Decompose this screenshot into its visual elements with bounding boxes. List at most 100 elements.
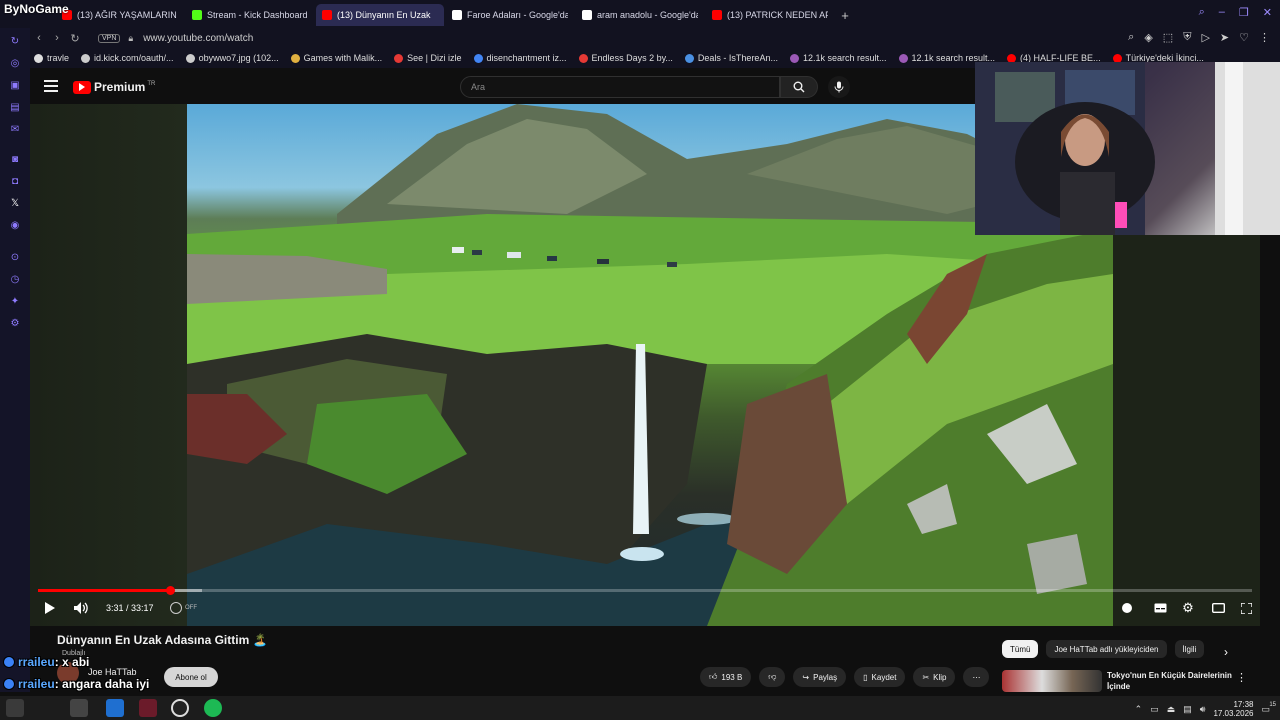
youtube-header: Premium TR Ara xyxy=(30,70,975,104)
settings-icon[interactable]: ⚙ xyxy=(8,316,22,330)
bookmark-favicon-icon xyxy=(473,53,483,63)
player-icon[interactable]: ⊙ xyxy=(8,250,22,264)
x-icon[interactable]: 𝕏 xyxy=(8,196,22,210)
network-icon[interactable]: ▤ xyxy=(1183,704,1192,715)
more-actions-button[interactable]: ⋯ xyxy=(963,667,990,687)
discord-icon[interactable]: ◉ xyxy=(8,218,22,232)
time-display: 3:31 / 33:17 xyxy=(106,603,154,613)
save-button[interactable]: ▯ Kaydet xyxy=(854,667,906,687)
voice-search-button[interactable] xyxy=(828,76,850,98)
chat-icon[interactable]: ▣ xyxy=(8,78,22,92)
share-button[interactable]: ↪ Paylaş xyxy=(793,667,847,687)
send-icon[interactable]: ➤ xyxy=(1220,31,1229,44)
address-bar-tools: ⌕ ◈ ⬚ ⛨ ▷ ➤ ♡ ⋮ xyxy=(1128,31,1270,44)
chat-message: rraileu: x abi xyxy=(4,655,89,669)
tab-0[interactable]: (13) AĞIR YAŞAMLARIN EN xyxy=(56,4,184,26)
clock[interactable]: 17:38 17.03.2026 xyxy=(1213,700,1253,718)
chevron-up-icon[interactable]: ⌃ xyxy=(1135,704,1143,715)
speaker-icon[interactable]: 🔊︎ xyxy=(1200,704,1206,715)
new-tab-button[interactable]: + xyxy=(836,4,854,26)
recommendation-title[interactable]: Tokyo'nun En Küçük Dairelerinin İçinde xyxy=(1107,670,1232,692)
miniplayer-toggle[interactable] xyxy=(1120,600,1134,616)
history-icon[interactable]: ◷ xyxy=(8,272,22,286)
instagram-icon[interactable]: ◘ xyxy=(8,174,22,188)
tab-4[interactable]: aram anadolu - Google'da xyxy=(576,4,704,26)
chip-0[interactable]: Tümü xyxy=(1002,640,1039,658)
minimize-icon[interactable]: – xyxy=(1219,6,1225,19)
twitch-icon[interactable]: ◙ xyxy=(8,152,22,166)
chip-1[interactable]: Joe HaTTab adlı yükleyiciden xyxy=(1046,640,1167,658)
tab-3[interactable]: Faroe Adaları - Google'da xyxy=(446,4,574,26)
bookmark-6[interactable]: Endless Days 2 by... xyxy=(578,53,673,63)
bookmark-5[interactable]: disenchantment iz... xyxy=(473,53,567,63)
start-icon[interactable] xyxy=(6,699,24,717)
fullscreen-button[interactable] xyxy=(1238,600,1254,616)
search-button[interactable] xyxy=(780,76,818,98)
like-button[interactable]: 👍︎ 193 B xyxy=(700,667,752,687)
clip-button[interactable]: ✂ Klip xyxy=(913,667,956,687)
shield-icon[interactable]: ⛨ xyxy=(1183,31,1191,44)
url-field[interactable]: www.youtube.com/watch xyxy=(143,33,253,44)
close-icon[interactable]: ✕ xyxy=(1263,6,1272,19)
autoplay-toggle[interactable]: OFF xyxy=(170,600,197,616)
chat-text: : x abi xyxy=(54,655,90,669)
forward-icon[interactable]: › xyxy=(48,32,66,44)
notifications-icon[interactable]: ▭ 15 xyxy=(1261,702,1276,715)
back-icon[interactable]: ‹ xyxy=(30,32,48,44)
zoom-icon[interactable]: ⌕ xyxy=(1128,31,1134,44)
reload-icon[interactable]: ↻ xyxy=(8,34,22,48)
lock-icon[interactable]: 🔒︎ xyxy=(128,33,133,44)
tab-1[interactable]: Stream - Kick Dashboard xyxy=(186,4,314,26)
reload-page-icon[interactable]: ↻ xyxy=(66,32,84,45)
menu-icon[interactable]: ⋮ xyxy=(1259,31,1270,44)
channel-name[interactable]: Joe HaTTab xyxy=(88,667,137,677)
youtube-logo[interactable]: Premium TR xyxy=(73,80,155,94)
bookmark-7[interactable]: Deals - IsThereAn... xyxy=(684,53,778,63)
tablet-icon[interactable]: ▭ xyxy=(1150,704,1159,715)
chip-2[interactable]: İlgili xyxy=(1174,640,1205,658)
recommendation-thumbnail[interactable] xyxy=(1002,670,1102,692)
app-icon[interactable] xyxy=(139,699,157,717)
gear-icon: ⚙ xyxy=(1182,600,1194,615)
tab-5[interactable]: (13) PATRICK NEDEN APTA xyxy=(706,4,834,26)
bookmark-8[interactable]: 12.1k search result... xyxy=(789,53,887,63)
browser-icon[interactable] xyxy=(106,699,124,717)
tab-2[interactable]: (13) Dünyanın En Uzak xyxy=(316,4,444,26)
volume-button[interactable] xyxy=(72,600,90,616)
dislike-button[interactable]: 👎︎ xyxy=(759,667,786,687)
player-popout-icon[interactable]: ▷ xyxy=(1201,31,1209,44)
subtitles-button[interactable] xyxy=(1152,600,1168,616)
obs-icon[interactable] xyxy=(171,699,189,717)
explorer-icon[interactable] xyxy=(70,699,88,717)
recommendation-menu-icon[interactable]: ⋮ xyxy=(1236,671,1247,684)
autoplay-icon xyxy=(170,602,182,614)
mail-icon[interactable]: ✉ xyxy=(8,122,22,136)
snapshot-icon[interactable]: ⬚ xyxy=(1163,31,1173,44)
bookmark-0[interactable]: travle xyxy=(34,53,69,63)
like-count: 193 B xyxy=(721,672,743,682)
restore-icon[interactable]: ❐ xyxy=(1239,6,1249,19)
speed-dial-icon[interactable]: ▤ xyxy=(8,100,22,114)
bookmark-2[interactable]: obywwo7.jpg (102... xyxy=(185,53,279,63)
search-input[interactable]: Ara xyxy=(460,76,780,98)
extensions-icon[interactable]: ✦ xyxy=(8,294,22,308)
bookmark-3[interactable]: Games with Malik... xyxy=(290,53,382,63)
usb-icon[interactable]: ⏏ xyxy=(1167,704,1176,715)
progress-bar[interactable] xyxy=(38,586,1252,595)
more-icon: ⋯ xyxy=(972,672,981,682)
settings-button[interactable]: ⚙ xyxy=(1180,600,1196,616)
theater-mode-button[interactable] xyxy=(1210,600,1226,616)
subscribe-button[interactable]: Abone ol xyxy=(164,667,218,687)
favorite-icon[interactable]: ♡ xyxy=(1239,31,1249,44)
messenger-icon[interactable]: ◎ xyxy=(8,56,22,70)
search-tabs-icon[interactable]: ⌕ xyxy=(1199,6,1205,19)
bookmark-4[interactable]: See | Dizi izle xyxy=(394,53,462,63)
chevron-right-icon[interactable]: › xyxy=(1224,645,1228,659)
spotify-icon[interactable] xyxy=(204,699,222,717)
adblock-icon[interactable]: ◈ xyxy=(1144,31,1152,44)
menu-icon[interactable] xyxy=(44,80,58,92)
play-button[interactable] xyxy=(42,600,58,616)
vpn-badge[interactable]: VPN xyxy=(98,33,121,43)
bookmark-1[interactable]: id.kick.com/oauth/... xyxy=(81,53,174,63)
tab-list: (13) AĞIR YAŞAMLARIN EN Stream - Kick Das… xyxy=(56,4,854,26)
